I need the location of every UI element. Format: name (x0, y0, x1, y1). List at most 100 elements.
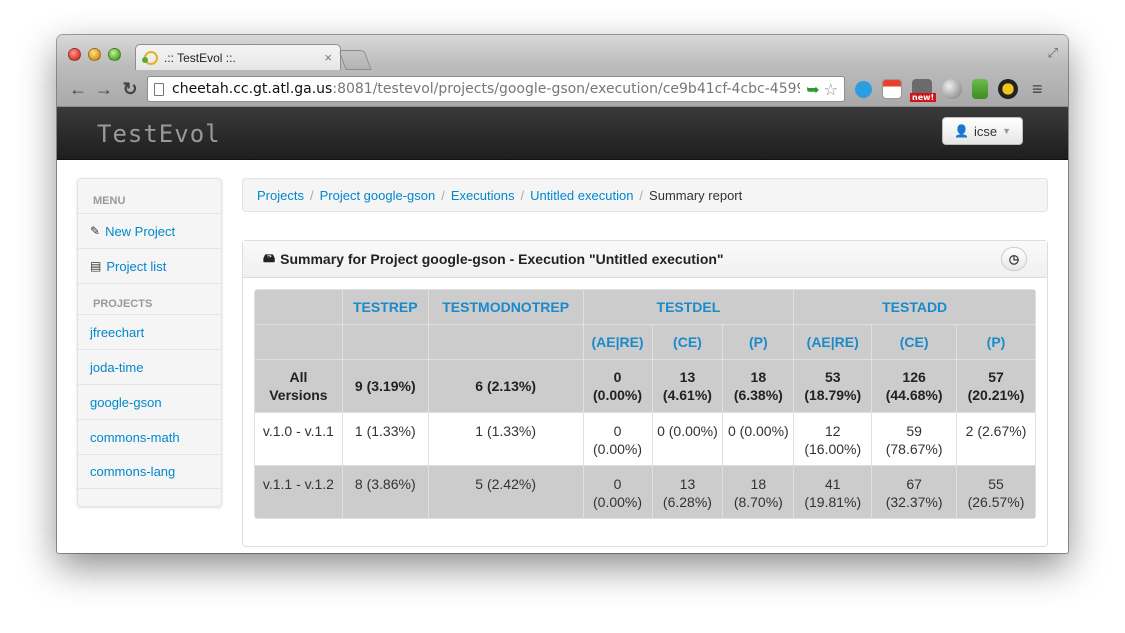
window-controls (68, 48, 121, 61)
table-row: v.1.0 - v.1.1 1 (1.33%) 1 (1.33%) 0 (0.0… (254, 412, 1036, 466)
breadcrumb-separator: / (309, 187, 314, 203)
breadcrumb-active: Summary report (649, 187, 743, 203)
sidebar-item-label: Project list (106, 258, 167, 274)
version-link[interactable]: v.1.0 - v.1.1 (254, 412, 343, 466)
table-cell: 18 (8.70%) (722, 465, 795, 519)
table-cell: 0 (0.00%) (651, 412, 724, 466)
subheader-del-ae-re[interactable]: (AE|RE) (582, 324, 653, 360)
minimize-window-button[interactable] (88, 48, 101, 61)
chrome-favicon-icon (142, 50, 158, 65)
user-icon: 👤 (954, 124, 969, 138)
table-row: All Versions 9 (3.19%) 6 (2.13%) 0 (0.00… (254, 359, 1036, 413)
breadcrumb: Projects / Project google-gson / Execution… (242, 178, 1048, 212)
clock-icon: ◷ (1008, 252, 1020, 266)
version-link[interactable]: v.1.1 - v.1.2 (254, 465, 343, 519)
browser-menu-icon[interactable]: ≡ (1032, 79, 1043, 100)
sidebar-item-jfreechart[interactable]: jfreechart (78, 314, 221, 349)
table-cell: 13 (6.28%) (651, 465, 724, 519)
table-cell: 13 (4.61%) (651, 359, 724, 413)
table-cell: 41 (19.81%) (793, 465, 873, 519)
empty-header-cell (254, 324, 343, 360)
empty-header-cell (341, 324, 429, 360)
table-cell: 1 (1.33%) (427, 412, 584, 466)
summary-table: TESTREP TESTMODNOTREP TESTDEL TESTADD (A… (254, 289, 1036, 519)
table-cell: 59 (78.67%) (871, 412, 958, 466)
table-cell: 0 (0.00%) (722, 412, 795, 466)
table-cell: 67 (32.37%) (871, 465, 958, 519)
extension-icons: ≡ (855, 79, 1043, 102)
bee-extension-icon[interactable] (998, 79, 1018, 99)
header-testdel[interactable]: TESTDEL (582, 289, 795, 325)
url-host: cheetah.cc.gt.atl.ga.us (172, 81, 333, 97)
page-content: MENU ✎ New Project ▤ Project list PROJEC… (57, 160, 1068, 552)
forward-arrow-icon[interactable]: → (91, 79, 117, 100)
tab-close-icon[interactable]: × (324, 50, 332, 65)
table-cell: 1 (1.33%) (341, 412, 429, 466)
sphere-extension-icon[interactable] (942, 79, 962, 99)
table-cell: 57 (20.21%) (956, 359, 1036, 413)
green-extension-icon[interactable] (972, 79, 988, 99)
breadcrumb-execution[interactable]: Untitled execution (530, 188, 633, 203)
sidebar-item-joda-time[interactable]: joda-time (78, 349, 221, 384)
sidebar: MENU ✎ New Project ▤ Project list PROJEC… (77, 178, 222, 507)
bookmark-star-icon[interactable]: ☆ (824, 80, 838, 99)
header-testadd[interactable]: TESTADD (793, 289, 1036, 325)
breadcrumb-projects[interactable]: Projects (257, 188, 304, 203)
header-testrep[interactable]: TESTREP (341, 289, 429, 325)
table-cell: 8 (3.86%) (341, 465, 429, 519)
sidebar-item-commons-math[interactable]: commons-math (78, 419, 221, 454)
version-cell: All Versions (254, 359, 343, 413)
user-menu-button[interactable]: 👤 icse ▼ (942, 117, 1023, 145)
breadcrumb-separator: / (441, 187, 445, 203)
menu-header: MENU (93, 195, 126, 207)
user-name: icse (973, 123, 998, 139)
inbox-icon: 🖴 (263, 250, 276, 265)
zoom-window-button[interactable] (108, 48, 121, 61)
table-cell: 2 (2.67%) (956, 412, 1036, 466)
app-brand[interactable]: TestEvol (97, 120, 221, 148)
calendar-extension-icon[interactable] (882, 79, 902, 99)
skype-extension-icon[interactable] (855, 80, 872, 98)
sidebar-item-google-gson[interactable]: google-gson (78, 384, 221, 419)
table-cell: 9 (3.19%) (341, 359, 429, 413)
header-testmodnotrep[interactable]: TESTMODNOTREP (427, 289, 584, 325)
close-window-button[interactable] (68, 48, 81, 61)
address-bar[interactable]: cheetah.cc.gt.atl.ga.us:8081/testevol/pr… (147, 76, 845, 102)
empty-header-cell (427, 324, 584, 360)
new-tab-button[interactable] (338, 50, 372, 70)
subheader-add-ae-re[interactable]: (AE|RE) (793, 324, 873, 360)
breadcrumb-project[interactable]: Project google-gson (320, 188, 436, 203)
sidebar-item-project-list[interactable]: ▤ Project list (78, 248, 221, 283)
subheader-del-ce[interactable]: (CE) (651, 324, 724, 360)
browser-tab[interactable]: .:: TestEvol ::. × (135, 44, 341, 70)
breadcrumb-executions[interactable]: Executions (451, 188, 515, 203)
reload-icon[interactable]: ↻ (117, 79, 143, 100)
projects-header: PROJECTS (78, 283, 221, 314)
table-cell: 6 (2.13%) (427, 359, 584, 413)
table-cell: 55 (26.57%) (956, 465, 1036, 519)
app-navbar: TestEvol 👤 icse ▼ (57, 107, 1068, 160)
back-arrow-icon[interactable]: ← (65, 79, 91, 100)
sidebar-item-label: New Project (105, 223, 176, 239)
go-arrow-icon[interactable]: ➥ (806, 80, 819, 99)
sidebar-item-commons-lang[interactable]: commons-lang (78, 454, 221, 489)
group-header-row: TESTREP TESTMODNOTREP TESTDEL TESTADD (254, 289, 1036, 325)
subheader-add-p[interactable]: (P) (956, 324, 1036, 360)
history-button[interactable]: ◷ (1001, 247, 1027, 271)
table-cell: 53 (18.79%) (793, 359, 873, 413)
new-badge-extension-icon[interactable] (910, 79, 937, 102)
breadcrumb-separator: / (639, 187, 644, 203)
sidebar-item-new-project[interactable]: ✎ New Project (78, 213, 221, 248)
subheader-del-p[interactable]: (P) (722, 324, 795, 360)
browser-toolbar: ← → ↻ cheetah.cc.gt.atl.ga.us:8081/teste… (57, 71, 1068, 107)
panel-title: Summary for Project google-gson - Execut… (280, 251, 724, 267)
sub-header-row: (AE|RE) (CE) (P) (AE|RE) (CE) (P) (254, 324, 1036, 360)
table-cell: 18 (6.38%) (722, 359, 795, 413)
fullscreen-icon[interactable]: ⤢ (1048, 45, 1058, 61)
browser-window: .:: TestEvol ::. × ⤢ ← → ↻ cheetah.cc.gt… (57, 35, 1068, 553)
table-cell: 12 (16.00%) (793, 412, 873, 466)
breadcrumb-separator: / (520, 187, 525, 203)
panel-heading: 🖴 Summary for Project google-gson - Exec… (243, 241, 1047, 278)
table-cell: 0 (0.00%) (582, 465, 653, 519)
subheader-add-ce[interactable]: (CE) (871, 324, 958, 360)
